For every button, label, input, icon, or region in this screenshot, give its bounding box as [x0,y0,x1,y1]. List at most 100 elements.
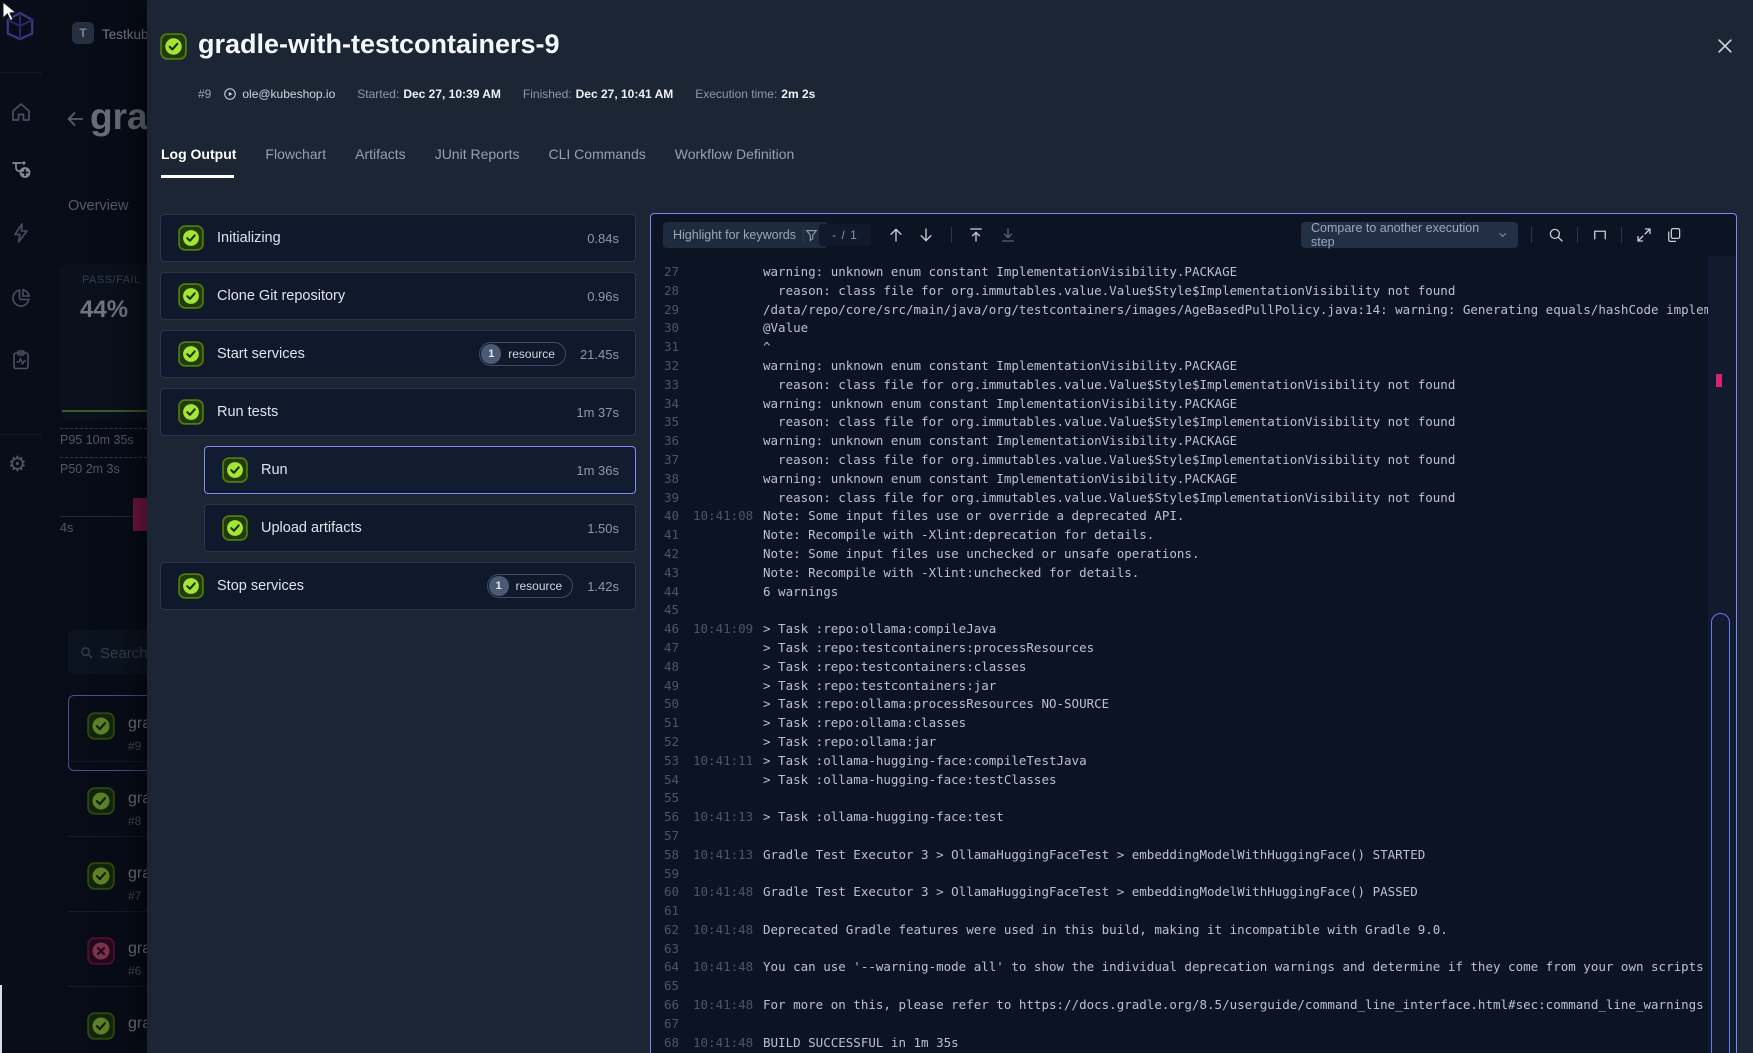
step-start-services[interactable]: Start services1resource21.45s [160,330,636,378]
resource-label: resource [508,347,555,361]
step-initializing[interactable]: Initializing0.84s [160,214,636,262]
log-line: 54> Task :ollama-hugging-face:testClasse… [651,771,1709,790]
log-text: Note: Some input files use or override a… [763,507,1184,526]
log-timestamp: 10:41:48 [679,958,763,977]
log-timestamp [679,733,763,752]
log-line: 67 [651,1015,1709,1034]
expand-icon[interactable] [1635,226,1653,244]
axis-tick-label: 4s [60,521,73,535]
toolbar-divider [1531,227,1532,243]
page-scrollbar[interactable] [0,985,2,1053]
step-label: Initializing [217,230,587,246]
step-clone-git-repository[interactable]: Clone Git repository0.96s [160,272,636,320]
status-passed-icon [87,1012,115,1040]
scroll-bottom-icon[interactable] [999,226,1017,244]
status-passed-icon [87,712,115,740]
execution-number: #9 [198,87,211,101]
log-line: 49> Task :repo:testcontainers:jar [651,677,1709,696]
copy-icon[interactable] [1665,226,1683,244]
active-tab-underline [161,175,234,178]
execution-time-meta: Execution time:2m 2s [695,87,815,101]
log-line-number: 46 [651,620,679,639]
log-line: 38warning: unknown enum constant Impleme… [651,470,1709,489]
log-line-number: 28 [651,282,679,301]
tab-flowchart[interactable]: Flowchart [265,146,326,162]
step-label: Clone Git repository [217,288,587,304]
log-text: warning: unknown enum constant Implement… [763,395,1237,414]
log-minimap-scrollbar[interactable] [1708,256,1736,1053]
log-lines[interactable]: 27warning: unknown enum constant Impleme… [651,256,1709,1053]
compare-step-select[interactable]: Compare to another execution step [1301,222,1518,248]
execution-drawer: gradle-with-testcontainers-9 #9 ole@kube… [147,0,1753,1053]
step-duration: 1m 37s [576,405,619,420]
log-line: 5610:41:13> Task :ollama-hugging-face:te… [651,808,1709,827]
wrap-icon[interactable] [1591,226,1609,244]
workflow-page-title: gra [90,96,147,138]
log-line-number: 37 [651,451,679,470]
execution-name: gra [128,715,147,733]
log-line: 45 [651,601,1709,620]
environment-chip[interactable]: T [72,22,94,44]
arrow-down-icon[interactable] [917,226,935,244]
minimap-scroll-thumb[interactable] [1711,613,1730,1053]
tab-log-output[interactable]: Log Output [161,146,236,162]
step-label: Run [261,462,576,478]
back-arrow-icon[interactable] [64,108,86,130]
tab-cli-commands[interactable]: CLI Commands [549,146,646,162]
scroll-top-icon[interactable] [967,226,985,244]
log-line-number: 51 [651,714,679,733]
toolbar-divider [1577,227,1578,243]
log-line: 34warning: unknown enum constant Impleme… [651,395,1709,414]
log-text: You can use '--warning-mode all' to show… [763,958,1709,977]
log-output-panel: Highlight for keywords - / 1 [650,213,1737,1053]
log-timestamp [679,489,763,508]
step-duration: 1m 36s [576,463,619,478]
log-timestamp [679,1015,763,1034]
log-timestamp: 10:41:08 [679,507,763,526]
pass-fail-label: PASS/FAIL [82,274,141,286]
log-text: ^ [763,338,771,357]
log-line-number: 39 [651,489,679,508]
step-duration: 21.45s [580,347,619,362]
log-line-number: 35 [651,413,679,432]
log-timestamp [679,470,763,489]
step-duration: 0.84s [587,231,619,246]
step-upload-artifacts[interactable]: Upload artifacts1.50s [204,504,636,552]
match-counter: - / 1 [819,224,871,246]
tab-workflow-definition[interactable]: Workflow Definition [675,146,795,162]
drawer-tabs: Log Output Flowchart Artifacts JUnit Report… [161,146,794,162]
log-text: warning: unknown enum constant Implement… [763,357,1237,376]
log-line-number: 61 [651,902,679,921]
chart-green-line [62,410,147,412]
resource-count: 1 [489,576,509,596]
log-line-number: 43 [651,564,679,583]
step-run-tests[interactable]: Run tests1m 37s [160,388,636,436]
log-timestamp [679,564,763,583]
log-text: Gradle Test Executor 3 > OllamaHuggingFa… [763,846,1425,865]
step-stop-services[interactable]: Stop services1resource1.42s [160,562,636,610]
filter-icon [805,229,818,242]
log-timestamp [679,601,763,620]
log-text: > Task :repo:ollama:processResources NO-… [763,695,1109,714]
tab-junit-reports[interactable]: JUnit Reports [435,146,520,162]
status-passed-icon [87,1012,115,1040]
tab-artifacts[interactable]: Artifacts [355,146,406,162]
log-toolbar: Highlight for keywords - / 1 [651,214,1736,256]
log-timestamp [679,357,763,376]
log-text: Note: Some input files use unchecked or … [763,545,1200,564]
log-timestamp [679,714,763,733]
tab-overview[interactable]: Overview [68,198,128,214]
log-text: reason: class file for org.immutables.va… [763,282,1455,301]
close-icon[interactable] [1715,36,1735,56]
execution-name: gra [128,940,147,958]
log-timestamp [679,432,763,451]
status-passed-icon [160,33,187,60]
search-icon[interactable] [1547,226,1565,244]
log-text: > Task :repo:ollama:classes [763,714,966,733]
arrow-up-icon[interactable] [887,226,905,244]
log-line: 28 reason: class file for org.immutables… [651,282,1709,301]
step-run[interactable]: Run1m 36s [204,446,636,494]
log-timestamp: 10:41:48 [679,996,763,1015]
log-line: 63 [651,940,1709,959]
log-timestamp [679,583,763,602]
